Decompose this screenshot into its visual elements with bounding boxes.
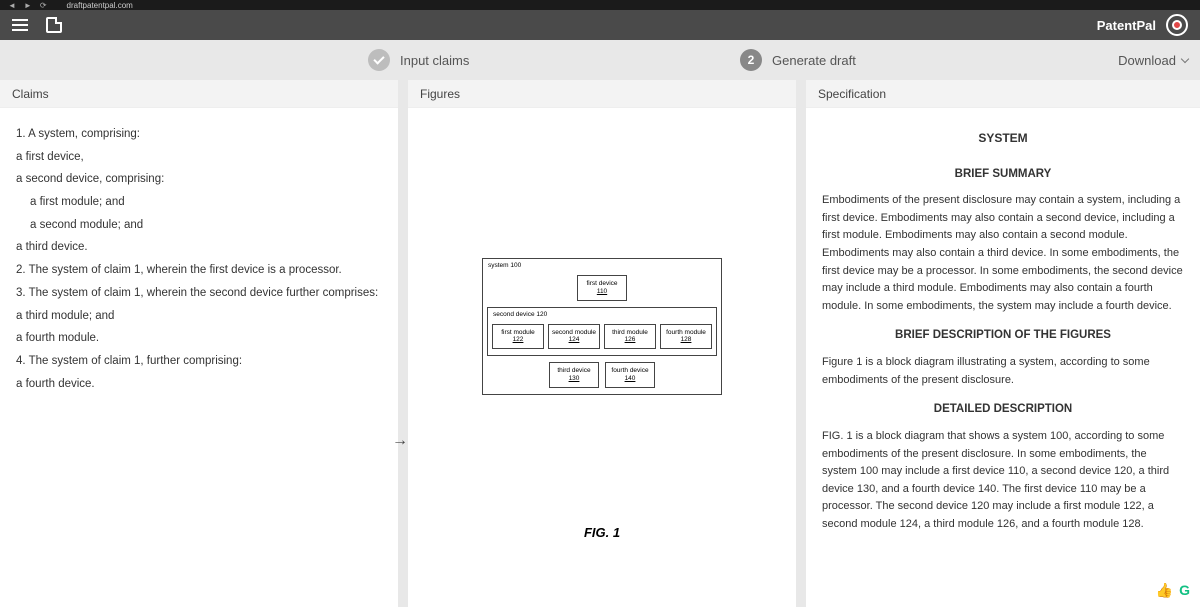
claims-header: Claims: [0, 80, 398, 108]
box-num: 126: [607, 336, 653, 344]
corner-icons: 👍 G: [1156, 582, 1190, 599]
box-label: first device: [580, 280, 624, 288]
fourth-module-box: fourth module 128: [660, 324, 712, 350]
claim-line: a fourth module.: [16, 328, 382, 349]
fourth-device-box: fourth device 140: [605, 362, 655, 388]
claim-line: a third module; and: [16, 306, 382, 327]
box-num: 140: [608, 375, 652, 383]
box-label: first module: [495, 329, 541, 337]
first-module-box: first module 122: [492, 324, 544, 350]
nav-fwd-icon[interactable]: ►: [24, 1, 32, 10]
spec-body[interactable]: SYSTEM BRIEF SUMMARY Embodiments of the …: [806, 108, 1200, 607]
detail-text: FIG. 1 is a block diagram that shows a s…: [822, 428, 1184, 534]
third-device-box: third device 130: [549, 362, 599, 388]
claim-line: a third device.: [16, 237, 382, 258]
claim-line: a second module; and: [30, 215, 382, 236]
workspace: Claims 1. A system, comprising: a first …: [0, 80, 1200, 607]
step-2-label: Generate draft: [772, 53, 856, 68]
menu-icon[interactable]: [12, 19, 28, 31]
step-input-claims[interactable]: Input claims: [368, 49, 469, 71]
second-module-box: second module 124: [548, 324, 600, 350]
figures-panel: Figures system 100 first device 110 seco…: [408, 80, 796, 607]
app-header: PatentPal: [0, 10, 1200, 40]
grammarly-icon[interactable]: G: [1179, 582, 1190, 599]
third-module-box: third module 126: [604, 324, 656, 350]
nav-refresh-icon[interactable]: ⟳: [40, 1, 47, 10]
claim-line: a first device,: [16, 147, 382, 168]
check-icon: [373, 53, 384, 64]
claim-line: 2. The system of claim 1, wherein the fi…: [16, 260, 382, 281]
first-device-box: first device 110: [577, 275, 627, 301]
claim-line: 1. A system, comprising:: [16, 124, 382, 145]
box-num: 110: [580, 288, 624, 296]
box-label: fourth module: [663, 329, 709, 337]
system-box: system 100 first device 110 second devic…: [482, 258, 722, 395]
specification-panel: Specification SYSTEM BRIEF SUMMARY Embod…: [806, 80, 1200, 607]
brand-logo-icon: [1166, 14, 1188, 36]
thumbs-up-icon[interactable]: 👍: [1156, 582, 1173, 599]
system-label: system 100: [488, 262, 521, 269]
claim-line: 4. The system of claim 1, further compri…: [16, 351, 382, 372]
download-label: Download: [1118, 53, 1176, 68]
box-num: 124: [551, 336, 597, 344]
arrow-right-icon[interactable]: →: [392, 432, 408, 450]
second-device-box: second device 120 first module 122 secon…: [487, 307, 717, 357]
chevron-down-icon: [1181, 54, 1189, 62]
figures-header: Figures: [408, 80, 796, 108]
second-device-label: second device 120: [493, 311, 547, 318]
claim-line: a fourth device.: [16, 374, 382, 395]
box-label: second module: [551, 329, 597, 337]
document-icon[interactable]: [46, 17, 62, 33]
figs-desc-title: BRIEF DESCRIPTION OF THE FIGURES: [822, 325, 1184, 346]
claim-line: 3. The system of claim 1, wherein the se…: [16, 283, 382, 304]
address-bar[interactable]: draftpatentpal.com: [67, 1, 133, 10]
claims-panel: Claims 1. A system, comprising: a first …: [0, 80, 398, 607]
step-1-label: Input claims: [400, 53, 469, 68]
claims-body[interactable]: 1. A system, comprising: a first device,…: [0, 108, 398, 607]
step-2-number: 2: [740, 49, 762, 71]
box-label: third module: [607, 329, 653, 337]
figure-canvas[interactable]: system 100 first device 110 second devic…: [408, 108, 796, 607]
stepper: Input claims 2 Generate draft Download: [0, 40, 1200, 80]
browser-chrome: ◄ ► ⟳ draftpatentpal.com: [0, 0, 1200, 10]
summary-title: BRIEF SUMMARY: [822, 164, 1184, 185]
box-label: fourth device: [608, 367, 652, 375]
doc-title: SYSTEM: [822, 128, 1184, 150]
box-label: third device: [552, 367, 596, 375]
box-num: 128: [663, 336, 709, 344]
box-num: 122: [495, 336, 541, 344]
figs-desc-text: Figure 1 is a block diagram illustrating…: [822, 354, 1184, 389]
nav-back-icon[interactable]: ◄: [8, 1, 16, 10]
claim-line: a second device, comprising:: [16, 169, 382, 190]
figure-caption: FIG. 1: [584, 525, 620, 540]
download-button[interactable]: Download: [1118, 53, 1188, 68]
spec-header: Specification: [806, 80, 1200, 108]
brand-name: PatentPal: [1097, 18, 1156, 33]
box-num: 130: [552, 375, 596, 383]
step-generate-draft[interactable]: 2 Generate draft: [740, 49, 856, 71]
summary-text: Embodiments of the present disclosure ma…: [822, 192, 1184, 315]
claim-line: a first module; and: [30, 192, 382, 213]
detail-title: DETAILED DESCRIPTION: [822, 399, 1184, 420]
